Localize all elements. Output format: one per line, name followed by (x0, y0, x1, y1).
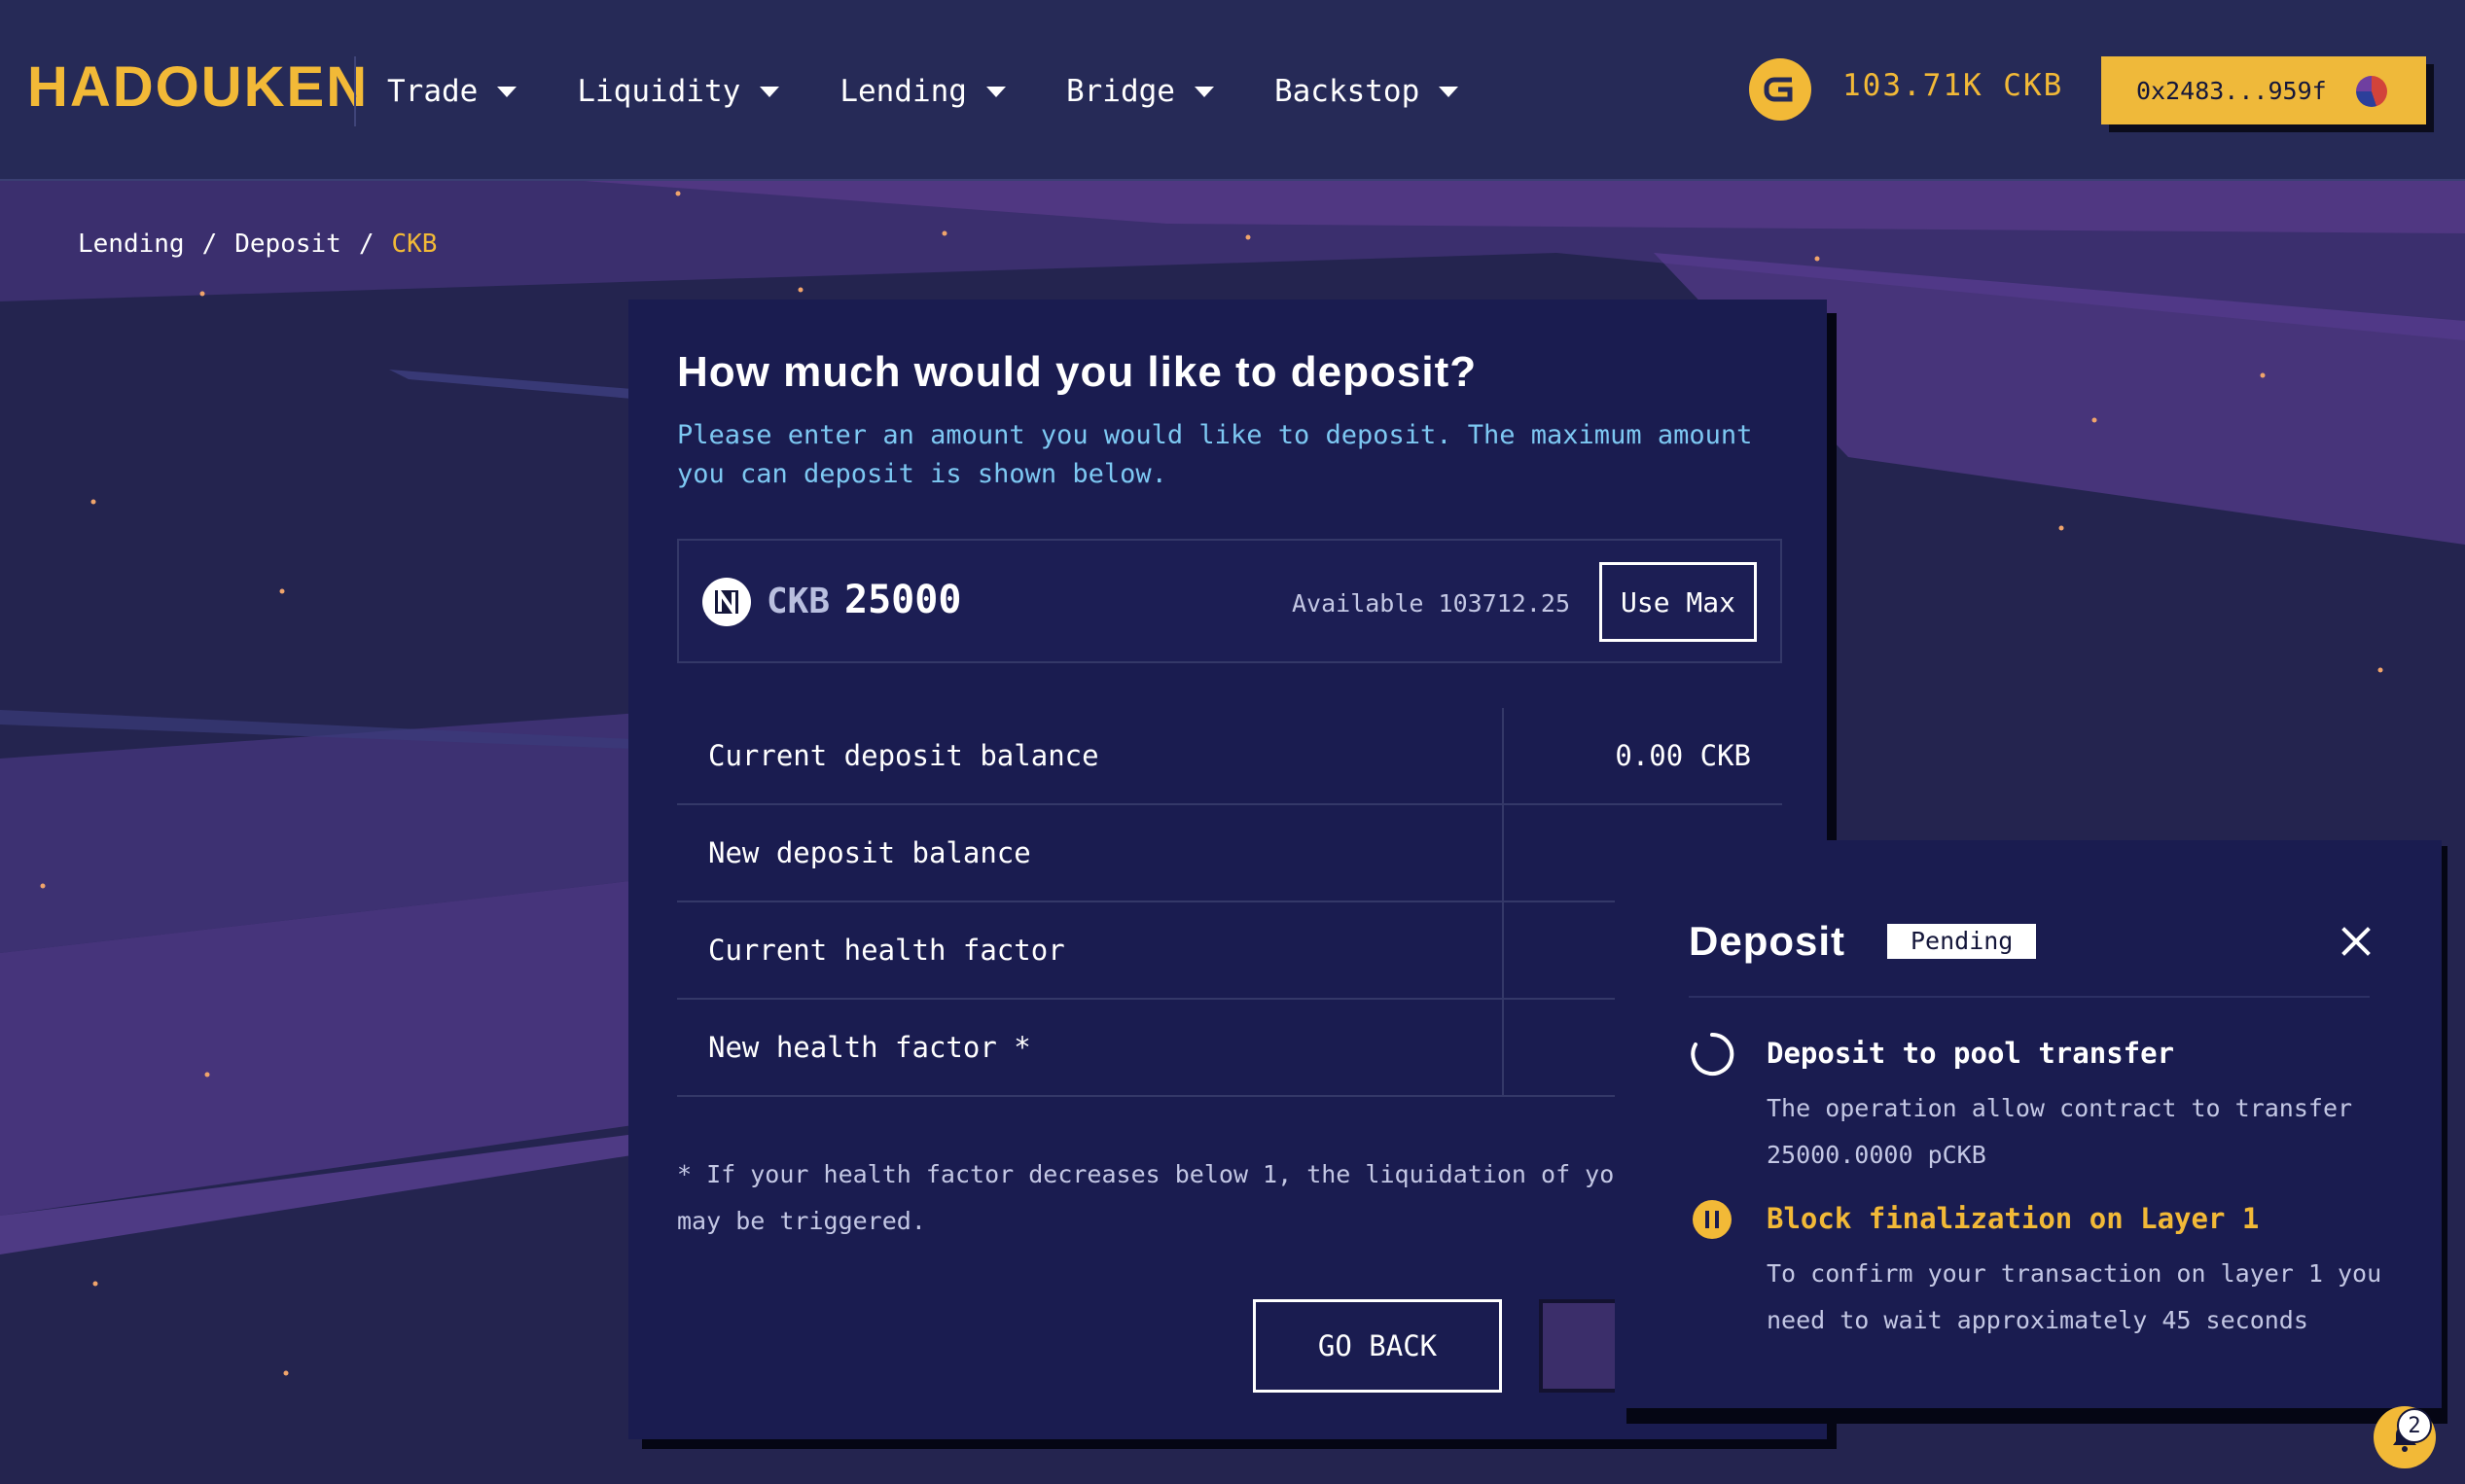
step-description: To confirm your transaction on layer 1 y… (1767, 1259, 2382, 1334)
column-divider (1502, 1000, 1504, 1095)
amount-input[interactable]: CKB 25000 Available 103712.25 Use Max (677, 539, 1782, 663)
notification-count-badge: 2 (2397, 1408, 2432, 1443)
chevron-down-icon (985, 86, 1006, 97)
chevron-down-icon (1194, 86, 1214, 97)
nav-lending[interactable]: Lending (840, 74, 1006, 109)
step-title: Block finalization on Layer 1 (1767, 1202, 2260, 1235)
column-divider (1502, 902, 1504, 998)
stat-label: New health factor * (708, 1031, 1031, 1064)
ckb-balance: 103.71K CKB (1842, 68, 2064, 103)
breadcrumb: Lending / Deposit / CKB (78, 230, 438, 259)
stat-label: Current health factor (708, 934, 1065, 967)
chevron-down-icon (497, 86, 518, 97)
column-divider (1502, 805, 1504, 901)
breadcrumb-current: CKB (391, 230, 438, 259)
top-nav-bar: HADOUKEN Trade Liquidity Lending Bridge … (0, 0, 2465, 181)
stat-value: 0.00 CKB (1615, 739, 1751, 772)
ckb-token-icon (1749, 58, 1811, 121)
deposit-notification-panel: Deposit Pending Deposit to pool transfer… (1615, 840, 2442, 1408)
status-badge: Pending (1887, 924, 2037, 959)
loading-spinner-icon (1691, 1032, 1734, 1076)
breadcrumb-lending[interactable]: Lending (78, 230, 185, 259)
table-row: Current deposit balance 0.00 CKB (677, 708, 1782, 805)
stat-label: Current deposit balance (708, 739, 1099, 772)
use-max-button[interactable]: Use Max (1599, 562, 1757, 642)
main-nav: Trade Liquidity Lending Bridge Backstop (387, 64, 1518, 119)
breadcrumb-deposit[interactable]: Deposit (234, 230, 341, 259)
page-title: How much would you like to deposit? (677, 348, 1478, 396)
logo-divider (354, 56, 356, 126)
panel-divider (1689, 996, 2370, 998)
health-factor-footnote: * If your health factor decreases below … (677, 1160, 1629, 1235)
step-description: The operation allow contract to transfer… (1767, 1094, 2353, 1169)
nav-bridge[interactable]: Bridge (1066, 74, 1214, 109)
pause-icon (1693, 1200, 1732, 1239)
step-title: Deposit to pool transfer (1767, 1037, 2175, 1070)
close-icon[interactable] (2337, 922, 2376, 961)
nav-liquidity[interactable]: Liquidity (577, 74, 780, 109)
available-balance: Available 103712.25 (1292, 589, 1570, 618)
nervos-token-icon (702, 578, 751, 626)
deposit-description: Please enter an amount you would like to… (677, 420, 1753, 489)
wallet-avatar (2356, 76, 2387, 107)
column-divider (1502, 708, 1504, 803)
chevron-down-icon (1439, 86, 1459, 97)
go-back-button[interactable]: GO BACK (1253, 1299, 1502, 1393)
stat-label: New deposit balance (708, 836, 1031, 869)
hadouken-logo[interactable]: HADOUKEN (27, 59, 369, 116)
nav-trade[interactable]: Trade (387, 74, 518, 109)
nav-backstop[interactable]: Backstop (1274, 74, 1459, 109)
amount-value[interactable]: 25000 (844, 578, 961, 622)
wallet-address-button[interactable]: 0x2483...959f (2101, 56, 2426, 124)
notification-title: Deposit (1689, 918, 1846, 964)
chevron-down-icon (760, 86, 780, 97)
amount-token-symbol: CKB (767, 582, 831, 621)
